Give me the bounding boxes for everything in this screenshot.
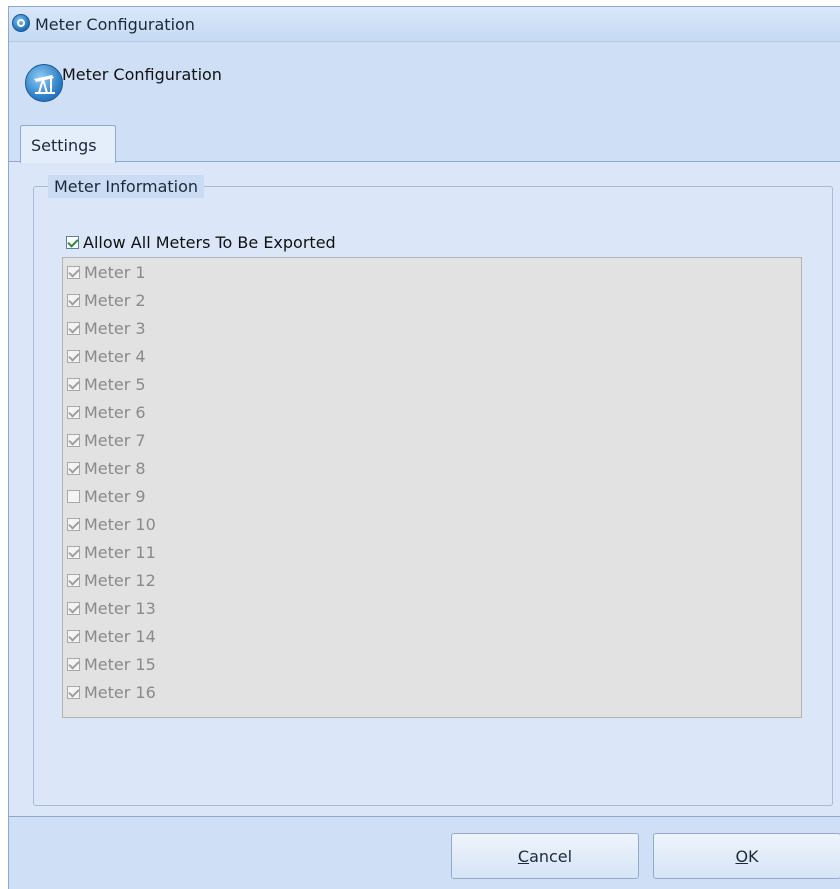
meter-item: Meter 16 bbox=[67, 679, 156, 705]
meter-label: Meter 5 bbox=[84, 374, 146, 394]
ok-label: OK bbox=[735, 846, 759, 866]
meter-label: Meter 7 bbox=[84, 430, 146, 450]
meter-item: Meter 10 bbox=[67, 511, 156, 537]
meter-item: Meter 11 bbox=[67, 539, 156, 565]
window-title: Meter Configuration bbox=[35, 15, 195, 34]
meter-label: Meter 16 bbox=[84, 682, 156, 702]
meter-checkbox bbox=[67, 601, 80, 615]
meter-item: Meter 8 bbox=[67, 455, 146, 481]
meter-label: Meter 15 bbox=[84, 654, 156, 674]
meter-checkbox bbox=[67, 685, 80, 699]
meter-checklist: Meter 1 Meter 2 Meter 3 Meter 4 Meter 5 Meter… bbox=[62, 257, 802, 718]
meter-checkbox bbox=[67, 489, 80, 503]
meter-label: Meter 13 bbox=[84, 598, 156, 618]
meter-checkbox bbox=[67, 461, 80, 475]
meter-label: Meter 10 bbox=[84, 514, 156, 534]
meter-item: Meter 9 bbox=[67, 483, 146, 509]
meter-item: Meter 2 bbox=[67, 287, 146, 313]
meter-checkbox bbox=[67, 321, 80, 335]
meter-checkbox bbox=[67, 545, 80, 559]
meter-label: Meter 8 bbox=[84, 458, 146, 478]
meter-checkbox bbox=[67, 573, 80, 587]
settings-tab-panel: Meter Information Allow All Meters To Be… bbox=[9, 161, 840, 817]
meter-checkbox bbox=[67, 349, 80, 363]
meter-item: Meter 15 bbox=[67, 651, 156, 677]
app-icon bbox=[12, 14, 30, 32]
meter-checkbox bbox=[67, 657, 80, 671]
meter-checkbox bbox=[67, 293, 80, 307]
header-title: Meter Configuration bbox=[62, 65, 222, 84]
meter-label: Meter 14 bbox=[84, 626, 156, 646]
checkbox-icon[interactable] bbox=[66, 236, 79, 249]
meter-label: Meter 12 bbox=[84, 570, 156, 590]
meter-checkbox bbox=[67, 517, 80, 531]
meter-item: Meter 1 bbox=[67, 259, 146, 285]
meter-checkbox bbox=[67, 265, 80, 279]
meter-checkbox bbox=[67, 433, 80, 447]
cancel-button[interactable]: Cancel bbox=[451, 833, 639, 879]
meter-label: Meter 1 bbox=[84, 262, 146, 282]
tab-settings[interactable]: Settings bbox=[20, 125, 116, 163]
pumpjack-icon bbox=[25, 64, 63, 102]
cancel-label: Cancel bbox=[517, 846, 573, 866]
meter-label: Meter 2 bbox=[84, 290, 146, 310]
ok-button[interactable]: OK bbox=[653, 833, 840, 879]
allow-all-meters-checkbox[interactable]: Allow All Meters To Be Exported bbox=[66, 233, 336, 252]
meter-item: Meter 7 bbox=[67, 427, 146, 453]
tab-settings-label: Settings bbox=[31, 136, 97, 155]
meter-item: Meter 12 bbox=[67, 567, 156, 593]
meter-item: Meter 5 bbox=[67, 371, 146, 397]
meter-item: Meter 6 bbox=[67, 399, 146, 425]
title-bar[interactable]: Meter Configuration bbox=[9, 7, 840, 42]
meter-label: Meter 6 bbox=[84, 402, 146, 422]
meter-information-group: Meter Information Allow All Meters To Be… bbox=[33, 175, 833, 806]
dialog-window: Meter Configuration Meter Configuration … bbox=[8, 6, 840, 889]
group-legend: Meter Information bbox=[48, 175, 205, 198]
meter-checkbox bbox=[67, 377, 80, 391]
meter-label: Meter 11 bbox=[84, 542, 156, 562]
meter-item: Meter 14 bbox=[67, 623, 156, 649]
meter-label: Meter 9 bbox=[84, 486, 146, 506]
allow-all-label: Allow All Meters To Be Exported bbox=[83, 233, 336, 252]
meter-item: Meter 3 bbox=[67, 315, 146, 341]
meter-label: Meter 4 bbox=[84, 346, 146, 366]
meter-item: Meter 4 bbox=[67, 343, 146, 369]
meter-label: Meter 3 bbox=[84, 318, 146, 338]
meter-item: Meter 13 bbox=[67, 595, 156, 621]
meter-checkbox bbox=[67, 405, 80, 419]
meter-checkbox bbox=[67, 629, 80, 643]
